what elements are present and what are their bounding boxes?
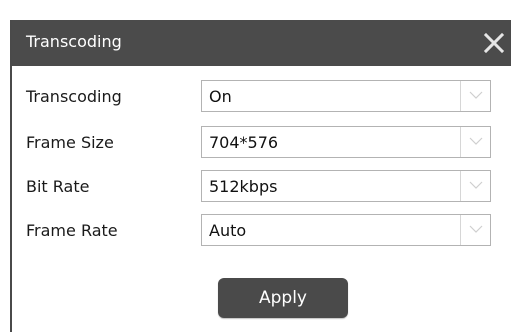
dialog-titlebar: Transcoding — [12, 20, 511, 66]
chevron-down-icon — [469, 91, 482, 99]
apply-button[interactable]: Apply — [218, 278, 348, 318]
bit-rate-dropdown-button[interactable] — [460, 171, 490, 201]
frame-rate-value: Auto — [209, 221, 247, 240]
frame-size-select[interactable]: 704*576 — [201, 126, 491, 158]
transcoding-dialog: Transcoding Transcoding On Frame Size 70… — [10, 20, 511, 332]
frame-size-row: Frame Size 704*576 — [12, 126, 511, 160]
transcoding-select[interactable]: On — [201, 80, 491, 112]
bit-rate-row: Bit Rate 512kbps — [12, 170, 511, 204]
bit-rate-select[interactable]: 512kbps — [201, 170, 491, 202]
chevron-down-icon — [469, 181, 482, 189]
chevron-down-icon — [469, 137, 482, 145]
page: Transcoding Transcoding On Frame Size 70… — [0, 0, 511, 332]
close-icon — [483, 32, 505, 54]
close-button[interactable] — [479, 28, 509, 58]
transcoding-value: On — [209, 87, 232, 106]
chevron-down-icon — [469, 225, 482, 233]
bit-rate-value: 512kbps — [209, 177, 278, 196]
transcoding-dropdown-button[interactable] — [460, 81, 490, 111]
frame-rate-label: Frame Rate — [26, 221, 118, 240]
bit-rate-label: Bit Rate — [26, 177, 90, 196]
transcoding-row: Transcoding On — [12, 80, 511, 114]
frame-size-dropdown-button[interactable] — [460, 127, 490, 157]
transcoding-label: Transcoding — [26, 87, 122, 106]
frame-size-label: Frame Size — [26, 133, 114, 152]
frame-rate-select[interactable]: Auto — [201, 214, 491, 246]
frame-rate-row: Frame Rate Auto — [12, 214, 511, 248]
frame-size-value: 704*576 — [209, 133, 279, 152]
frame-rate-dropdown-button[interactable] — [460, 215, 490, 245]
dialog-title: Transcoding — [26, 32, 122, 51]
